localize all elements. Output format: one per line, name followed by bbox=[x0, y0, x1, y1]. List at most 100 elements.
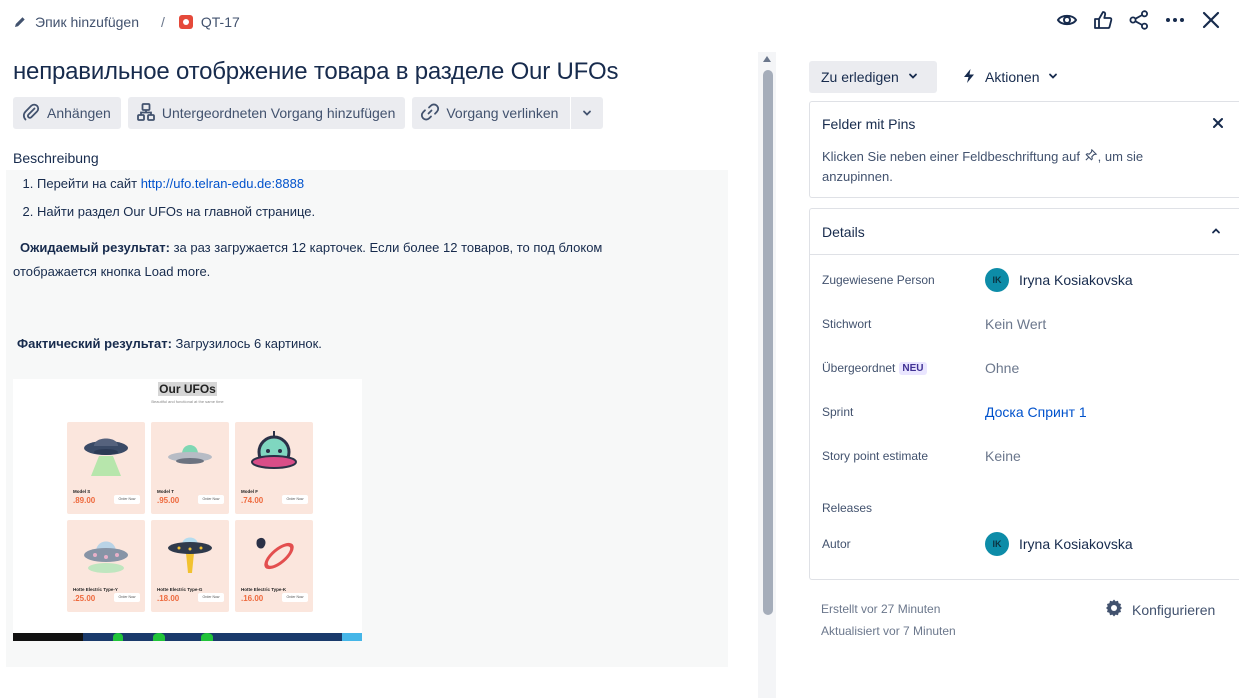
assignee-label: Zugewiesene Person bbox=[822, 273, 935, 287]
screenshot-heading: Our UFOs bbox=[158, 382, 217, 396]
description-body[interactable]: Перейти на сайт http://ufo.telran-edu.de… bbox=[6, 170, 728, 667]
labels-value[interactable]: Kein Wert bbox=[985, 316, 1046, 332]
product-price: .74.00 bbox=[241, 496, 264, 505]
details-header[interactable]: Details bbox=[810, 209, 1239, 255]
parent-label: Übergeordnet NEU bbox=[822, 361, 985, 375]
product-name: Hotte Electric Type-K bbox=[241, 587, 287, 592]
sprint-value[interactable]: Доска Спринт 1 bbox=[985, 404, 1087, 420]
attached-screenshot[interactable]: Our UFOs Beautiful and functional at the… bbox=[13, 379, 362, 641]
field-labels: Stichwort Kein Wert bbox=[822, 312, 1232, 336]
order-now-button: Order Now bbox=[198, 593, 224, 602]
chevron-up-icon[interactable] bbox=[1208, 223, 1224, 239]
scrollbar-thumb[interactable] bbox=[763, 70, 773, 615]
field-reporter: Autor IK Iryna Kosiakovska bbox=[822, 532, 1232, 556]
order-now-button: Order Now bbox=[114, 593, 140, 602]
eye-icon[interactable] bbox=[1055, 8, 1079, 32]
status-dropdown[interactable]: Zu erledigen bbox=[809, 61, 937, 93]
expected-label: Ожидаемый результат: bbox=[20, 240, 170, 255]
attach-label: Anhängen bbox=[47, 105, 111, 121]
order-now-button: Order Now bbox=[198, 495, 224, 504]
details-title: Details bbox=[822, 224, 865, 240]
lightning-icon bbox=[961, 68, 977, 87]
pin-icon bbox=[1084, 148, 1098, 164]
ufo-icon bbox=[84, 438, 128, 476]
field-releases: Releases bbox=[822, 496, 1232, 520]
close-icon[interactable] bbox=[1199, 8, 1223, 32]
configure-button[interactable]: Konfigurieren bbox=[1104, 598, 1215, 621]
ufo-icon bbox=[251, 431, 297, 469]
labels-label: Stichwort bbox=[822, 317, 872, 331]
actions-label: Aktionen bbox=[985, 69, 1040, 85]
pinned-hint-text: Klicken Sie neben einer Feldbeschriftung… bbox=[822, 149, 1080, 164]
add-child-issue-button[interactable]: Untergeordneten Vorgang hinzufügen bbox=[127, 97, 406, 129]
bug-icon bbox=[178, 15, 193, 29]
breadcrumb: Эпик hinzufügen / QT-17 bbox=[13, 12, 240, 32]
product-price: .25.00 bbox=[73, 594, 96, 603]
pinned-fields-hint: Klicken Sie neben einer Feldbeschriftung… bbox=[822, 147, 1202, 187]
assignee-value[interactable]: IK Iryna Kosiakovska bbox=[985, 268, 1133, 292]
attach-button[interactable]: Anhängen bbox=[13, 97, 121, 129]
screenshot-footer-strip bbox=[13, 633, 362, 641]
issue-toolbar: Anhängen Untergeordneten Vorgang hinzufü… bbox=[13, 97, 604, 129]
step-1-text: Перейти на сайт bbox=[37, 176, 141, 191]
product-card: Hotte Electric Type-Y .25.00 Order Now bbox=[67, 520, 145, 612]
chevron-down-icon[interactable] bbox=[571, 97, 603, 129]
sprint-label: Sprint bbox=[822, 405, 854, 419]
updated-timestamp: Aktualisiert vor 7 Minuten bbox=[821, 624, 956, 638]
expected-result-line-1: Ожидаемый результат: за раз загружается … bbox=[20, 236, 602, 260]
parent-label-text: Übergeordnet bbox=[822, 361, 896, 375]
share-icon[interactable] bbox=[1127, 8, 1151, 32]
link-issue-label: Vorgang verlinken bbox=[446, 105, 559, 121]
link-issue-button[interactable]: Vorgang verlinken bbox=[412, 97, 572, 129]
actions-dropdown[interactable]: Aktionen bbox=[957, 61, 1063, 93]
thumbs-up-icon[interactable] bbox=[1091, 8, 1115, 32]
list-item: Перейти на сайт http://ufo.telran-edu.de… bbox=[37, 176, 315, 204]
product-price: .95.00 bbox=[157, 496, 180, 505]
paperclip-icon bbox=[21, 102, 41, 125]
product-card: Model F .74.00 Order Now bbox=[235, 422, 313, 514]
site-link[interactable]: http://ufo.telran-edu.de:8888 bbox=[141, 176, 304, 191]
ufo-icon bbox=[256, 537, 294, 570]
add-child-label: Untergeordneten Vorgang hinzufügen bbox=[161, 105, 396, 121]
avatar: IK bbox=[985, 532, 1009, 556]
product-name: Model T bbox=[157, 489, 174, 494]
order-now-button: Order Now bbox=[282, 495, 308, 504]
ufo-icon bbox=[84, 541, 128, 573]
scroll-up-arrow-icon[interactable] bbox=[763, 56, 771, 62]
created-timestamp: Erstellt vor 27 Minuten bbox=[821, 602, 941, 616]
link-icon bbox=[420, 102, 440, 125]
product-price: .18.00 bbox=[157, 594, 180, 603]
chevron-down-icon bbox=[907, 69, 919, 85]
child-issues-icon bbox=[136, 102, 156, 125]
field-sprint: Sprint Доска Спринт 1 bbox=[822, 400, 1232, 424]
details-panel: Details Zugewiesene Person IK Iryna Kosi… bbox=[809, 208, 1239, 580]
more-icon[interactable] bbox=[1163, 8, 1187, 32]
issue-header-actions bbox=[1055, 8, 1223, 32]
steps-list: Перейти на сайт http://ufo.telran-edu.de… bbox=[37, 176, 315, 232]
product-card: Model S .89.00 Order Now bbox=[67, 422, 145, 514]
screenshot-subheading: Beautiful and functional at the same tim… bbox=[151, 399, 224, 404]
ufo-icon bbox=[168, 537, 212, 573]
reporter-value[interactable]: IK Iryna Kosiakovska bbox=[985, 532, 1133, 556]
field-parent: Übergeordnet NEU Ohne bbox=[822, 356, 1232, 380]
link-issue-split-button: Vorgang verlinken bbox=[412, 97, 604, 129]
order-now-button: Order Now bbox=[114, 495, 140, 504]
product-card: Hotte Electric Type-K .16.00 Order Now bbox=[235, 520, 313, 612]
add-epic-link[interactable]: Эпик hinzufügen bbox=[35, 14, 139, 30]
product-name: Hotte Electric Type-G bbox=[157, 587, 203, 592]
issue-key-link[interactable]: QT-17 bbox=[201, 14, 240, 30]
pinned-fields-panel: Felder mit Pins Klicken Sie neben einer … bbox=[809, 101, 1239, 198]
product-name: Hotte Electric Type-Y bbox=[73, 587, 118, 592]
story-points-value[interactable]: Keine bbox=[985, 448, 1021, 464]
close-icon[interactable] bbox=[1210, 115, 1226, 131]
new-badge: NEU bbox=[899, 361, 927, 375]
product-price: .16.00 bbox=[241, 594, 264, 603]
expected-text-1: за раз загружается 12 карточек. Если бол… bbox=[169, 240, 603, 255]
avatar: IK bbox=[985, 268, 1009, 292]
parent-value[interactable]: Ohne bbox=[985, 360, 1019, 376]
issue-title[interactable]: неправильное отобржение товара в разделе… bbox=[13, 58, 619, 86]
chevron-down-icon bbox=[1047, 69, 1059, 85]
story-points-label: Story point estimate bbox=[822, 449, 929, 463]
order-now-button: Order Now bbox=[282, 593, 308, 602]
actual-result-line: Фактический результат: Загрузилось 6 кар… bbox=[17, 332, 322, 356]
